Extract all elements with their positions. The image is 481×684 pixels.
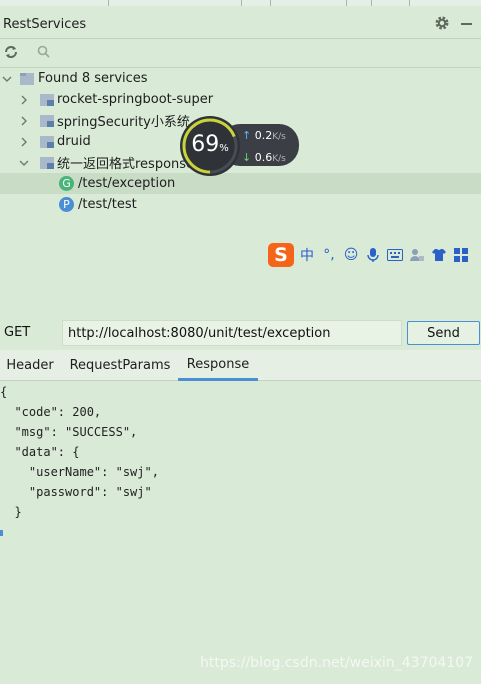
tree-module-label: 统一返回格式response: [57, 157, 195, 172]
response-line: "data": {: [0, 445, 80, 459]
upload-speed: ↑ 0.2K/s: [242, 129, 286, 142]
module-folder-icon: [40, 136, 54, 148]
user-icon[interactable]: [408, 245, 426, 265]
url-field[interactable]: http://localhost:8080/unit/test/exceptio…: [62, 320, 402, 346]
punctuation-icon[interactable]: °,: [320, 245, 338, 265]
services-tree: Found 8 services rocket-springboot-super…: [0, 68, 481, 318]
window-title: RestServices: [3, 16, 87, 32]
arrow-up-icon: ↑: [242, 129, 252, 142]
minimize-icon[interactable]: [461, 23, 472, 25]
search-icon[interactable]: [36, 44, 52, 64]
tree-module-label: druid: [57, 134, 91, 149]
send-button[interactable]: Send: [407, 321, 480, 345]
module-folder-icon: [40, 115, 54, 127]
endpoint-row[interactable]: G /test/exception: [0, 173, 481, 194]
module-folder-icon: [40, 157, 54, 169]
tool-window-header: RestServices: [0, 10, 481, 38]
shirt-icon[interactable]: [430, 245, 448, 265]
chinese-mode-icon[interactable]: 中: [298, 245, 316, 265]
response-line: "userName": "swj",: [0, 465, 159, 479]
tree-module-label: springSecurity小系统: [57, 115, 190, 130]
cpu-percent: 69%: [191, 132, 229, 157]
get-method-badge: G: [59, 176, 74, 191]
text-cursor-marker: [0, 530, 3, 536]
network-speed-widget[interactable]: 69% ↑ 0.2K/s ↓ 0.6K/s: [180, 116, 300, 176]
module-folder-icon: [40, 94, 54, 106]
chevron-right-icon[interactable]: [19, 95, 29, 105]
tab-header[interactable]: Header: [0, 350, 60, 381]
mic-icon[interactable]: [364, 245, 382, 265]
refresh-icon[interactable]: [3, 44, 19, 64]
divider: [0, 38, 481, 39]
emoji-icon[interactable]: ☺: [342, 245, 360, 265]
tree-module[interactable]: rocket-springboot-super: [0, 89, 481, 110]
tab-request-params[interactable]: RequestParams: [62, 350, 178, 381]
watermark: https://blog.csdn.net/weixin_43704107: [200, 655, 474, 671]
response-line: {: [0, 385, 8, 399]
response-line: "msg": "SUCCESS",: [0, 425, 138, 439]
tree-root-label: Found 8 services: [38, 71, 148, 86]
tab-response[interactable]: Response: [178, 350, 258, 381]
arrow-down-icon: ↓: [242, 151, 252, 164]
chevron-right-icon[interactable]: [19, 137, 29, 147]
response-line: "code": 200,: [0, 405, 102, 419]
speed-gauge: 69%: [180, 116, 240, 176]
ime-toolbar: S 中 °, ☺: [268, 242, 472, 268]
endpoint-label: /test/exception: [78, 176, 176, 191]
tree-root[interactable]: Found 8 services: [0, 68, 481, 89]
chevron-down-icon[interactable]: [19, 158, 29, 168]
folder-icon: [20, 73, 34, 85]
grid-icon[interactable]: [452, 245, 470, 265]
endpoint-row[interactable]: P /test/test: [0, 194, 481, 215]
endpoint-label: /test/test: [78, 197, 137, 212]
toolbar: [0, 40, 481, 66]
top-border: [0, 0, 481, 6]
response-line: }: [0, 505, 22, 519]
tree-module-label: rocket-springboot-super: [57, 92, 214, 107]
chevron-right-icon[interactable]: [19, 116, 29, 126]
post-method-badge: P: [59, 197, 74, 212]
download-speed: ↓ 0.6K/s: [242, 151, 286, 164]
tab-bar: Header RequestParams Response: [0, 350, 481, 381]
request-bar: GET http://localhost:8080/unit/test/exce…: [0, 320, 481, 346]
response-body[interactable]: { "code": 200, "msg": "SUCCESS", "data":…: [0, 382, 481, 684]
sogou-logo-icon[interactable]: S: [268, 243, 294, 267]
chevron-down-icon[interactable]: [2, 74, 12, 84]
gear-icon[interactable]: [434, 15, 450, 35]
response-line: "password": "swj": [0, 485, 152, 499]
http-method-field[interactable]: GET: [0, 320, 58, 346]
keyboard-icon[interactable]: [386, 245, 404, 265]
